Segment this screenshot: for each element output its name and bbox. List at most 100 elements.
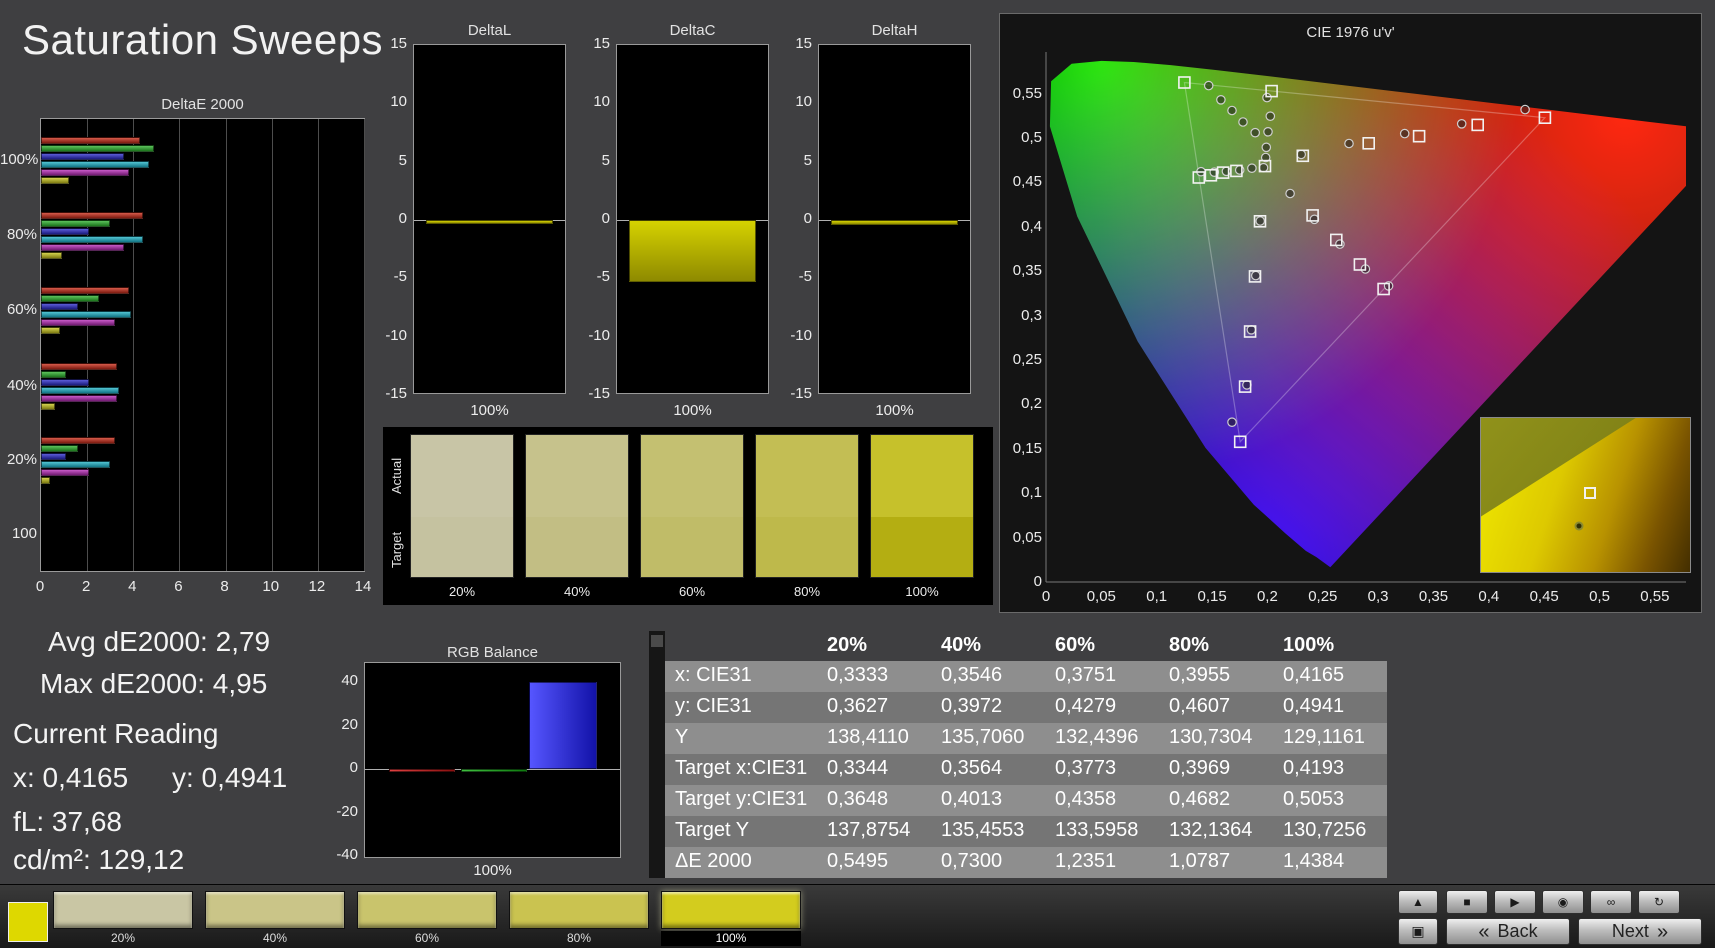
deltae-bar-green bbox=[41, 371, 67, 378]
cie-y-tick: 0,15 bbox=[1012, 439, 1042, 457]
deltae-bar-red bbox=[41, 212, 143, 219]
collapse-button[interactable]: ▲ bbox=[1398, 890, 1438, 914]
delta-x-label: 100% bbox=[673, 402, 712, 419]
delta-x-label: 100% bbox=[470, 402, 509, 419]
deltae-bar-cyan bbox=[41, 311, 131, 318]
deltae-y-label: 100% bbox=[0, 151, 39, 168]
pattern-swatch-20%[interactable] bbox=[53, 891, 193, 929]
cie-y-tick: 0,1 bbox=[1021, 484, 1042, 502]
table-row: x: CIE31 0,3333 0,3546 0,3751 0,3955 0,4165 bbox=[665, 661, 1387, 692]
swatch-label: 80% bbox=[793, 584, 821, 599]
deltae-bar-red bbox=[41, 363, 118, 370]
delta-chart-deltac bbox=[616, 44, 769, 394]
delta-bar-deltac bbox=[629, 220, 756, 282]
deltae-bar-green bbox=[41, 445, 78, 452]
deltae-bar-blue bbox=[41, 303, 78, 310]
swatch-target bbox=[871, 517, 973, 577]
pattern-swatch-80%[interactable] bbox=[509, 891, 649, 929]
rgb-balance-chart bbox=[364, 662, 621, 858]
stop-button[interactable]: ■ bbox=[1446, 890, 1488, 914]
cie-x-tick: 0,4 bbox=[1478, 588, 1500, 605]
cie-y-tick: 0,45 bbox=[1012, 173, 1042, 191]
table-corner bbox=[665, 631, 817, 661]
swatch-actual bbox=[641, 435, 743, 518]
swatch-60% bbox=[640, 434, 744, 578]
delta-y-tick: 0 bbox=[601, 210, 610, 227]
rgb-y-tick: -20 bbox=[336, 802, 358, 820]
deltae-bar-red bbox=[41, 287, 129, 294]
delta-y-tick: -5 bbox=[393, 268, 407, 286]
cell-value: 132,1364 bbox=[1169, 819, 1253, 841]
cie-x-tick: 0,1 bbox=[1146, 588, 1168, 605]
inset-measured-dot bbox=[1574, 521, 1584, 531]
current-y-reading: y: 0,4941 bbox=[172, 762, 288, 793]
back-chevron-icon: « bbox=[1478, 920, 1490, 943]
delta-y-tick: 5 bbox=[601, 151, 610, 169]
delta-y-tick: 10 bbox=[795, 93, 812, 111]
cell-value: 0,4013 bbox=[941, 788, 1003, 810]
actual-row-label: Actual bbox=[389, 457, 404, 495]
swatch-actual bbox=[756, 435, 858, 518]
deltae-bar-green bbox=[41, 295, 99, 302]
actual-target-swatch-panel: Actual Target 20% 40% 60% 80% 100% bbox=[383, 427, 993, 605]
deltae-bar-cyan bbox=[41, 387, 120, 394]
back-label: Back bbox=[1497, 921, 1538, 941]
play-button[interactable]: ▶ bbox=[1494, 890, 1536, 914]
deltae-gridline bbox=[364, 119, 365, 571]
cell-value: 130,7256 bbox=[1283, 819, 1367, 841]
delta-y-tick: 10 bbox=[390, 93, 407, 111]
cie-x-tick: 0,5 bbox=[1589, 588, 1610, 605]
pattern-swatch-40%[interactable] bbox=[205, 891, 345, 929]
cie-y-tick: 0,25 bbox=[1012, 351, 1042, 368]
swatch-label: 40% bbox=[563, 584, 591, 599]
deltae-bar-magenta bbox=[41, 469, 90, 476]
cell-value: 0,4941 bbox=[1283, 695, 1345, 717]
deltae-bar-yellow bbox=[41, 477, 51, 484]
bottom-toolbar: 20% 40% 60% 80% 100% ▲ ■ ▶ ◉ ∞ ↻ ▣ « Back Next » bbox=[0, 884, 1715, 948]
delta-y-tick: 10 bbox=[593, 93, 610, 111]
stop-square-button[interactable]: ▣ bbox=[1398, 918, 1438, 945]
deltae-bar-blue bbox=[41, 453, 67, 460]
delta-y-tick: 15 bbox=[390, 35, 407, 52]
swatch-target bbox=[526, 517, 628, 577]
deltae-x-tick: 6 bbox=[174, 578, 183, 595]
deltae-x-tick: 4 bbox=[128, 578, 137, 595]
deltae-y-label: 40% bbox=[6, 377, 37, 394]
deltae-y-label: 100 bbox=[11, 525, 37, 542]
row-label: x: CIE31 bbox=[675, 664, 752, 686]
deltae-bar-yellow bbox=[41, 403, 55, 410]
refresh-button[interactable]: ↻ bbox=[1638, 890, 1680, 914]
cell-value: 137,8754 bbox=[827, 819, 911, 841]
inset-target-square bbox=[1583, 487, 1596, 500]
delta-chart-title-deltah: DeltaH bbox=[871, 22, 918, 39]
cie-x-tick: 0,55 bbox=[1640, 588, 1670, 605]
swatch-label: 60% bbox=[678, 584, 706, 599]
deltae-gridline bbox=[317, 119, 319, 571]
measurement-table: 20% 40% 60% 80% 100% x: CIE31 0,3333 0,3546 0,37… bbox=[665, 631, 1387, 878]
cell-value: 0,7300 bbox=[941, 850, 1003, 872]
cie-diagram-panel: CIE 1976 u'v' 0 0,05 0,1 0,15 0,2 0,25 0,3 0,35… bbox=[999, 13, 1702, 613]
pattern-swatch-label-80%: 80% bbox=[566, 931, 592, 945]
deltae-y-label: 20% bbox=[6, 451, 37, 468]
continuous-button[interactable]: ∞ bbox=[1590, 890, 1632, 914]
deltae-bar-yellow bbox=[41, 252, 62, 259]
rgb-balance-x-label: 100% bbox=[473, 862, 512, 879]
record-button[interactable]: ◉ bbox=[1542, 890, 1584, 914]
table-col-header: 40% bbox=[941, 634, 982, 656]
cie-inset-zoom bbox=[1480, 417, 1691, 573]
rgb-bar-blue bbox=[529, 682, 597, 769]
cie-y-tick: 0,55 bbox=[1012, 84, 1042, 102]
back-button[interactable]: « Back bbox=[1446, 918, 1570, 945]
pattern-swatch-60%[interactable] bbox=[357, 891, 497, 929]
cell-value: 0,3564 bbox=[941, 757, 1003, 779]
cie-y-tick: 0,4 bbox=[1021, 217, 1042, 235]
next-button[interactable]: Next » bbox=[1578, 918, 1702, 945]
table-col-header: 80% bbox=[1169, 634, 1210, 656]
cell-value: 0,3969 bbox=[1169, 757, 1231, 779]
cie-x-tick: 0,25 bbox=[1308, 588, 1338, 605]
pattern-swatch-100%[interactable] bbox=[661, 891, 801, 929]
current-reading-title: Current Reading bbox=[13, 718, 219, 749]
cell-value: 0,4682 bbox=[1169, 788, 1231, 810]
cell-value: 0,3627 bbox=[827, 695, 889, 717]
rgb-balance-title: RGB Balance bbox=[447, 644, 538, 661]
